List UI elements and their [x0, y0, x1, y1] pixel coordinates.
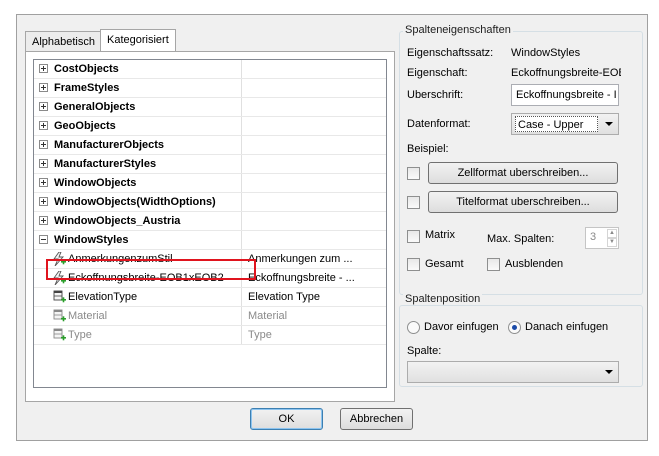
group-label: ManufacturerObjects	[54, 139, 165, 151]
table-add-icon	[53, 309, 66, 322]
cell-override-checkbox[interactable]	[407, 167, 420, 180]
expand-plus-icon[interactable]	[39, 197, 48, 206]
max-columns-spinner[interactable]: 3 ▲ ▼	[585, 227, 619, 249]
group-row-costobjects[interactable]: CostObjects	[34, 60, 386, 79]
table-add-icon	[53, 290, 66, 303]
total-label: Gesamt	[425, 258, 464, 270]
example-label: Beispiel:	[407, 143, 449, 155]
button-label: OK	[278, 413, 295, 425]
table-add-icon	[53, 328, 66, 341]
property-label: Eigenschaft:	[407, 67, 468, 79]
dialog: Alphabetisch Kategorisiert CostObjects F…	[16, 14, 648, 441]
group-row-manufacturerstyles[interactable]: ManufacturerStyles	[34, 155, 386, 174]
group-title: Spaltenposition	[403, 293, 483, 305]
property-value: Eckoffnungsbreite - ...	[248, 272, 355, 284]
group-label: WindowObjects	[54, 177, 137, 189]
group-row-windowobjects-widthoptions[interactable]: WindowObjects(WidthOptions)	[34, 193, 386, 212]
max-columns-value: 3	[590, 231, 597, 243]
column-select[interactable]	[407, 361, 619, 383]
title-override-button[interactable]: Titelformat uberschreiben...	[428, 191, 618, 213]
chevron-down-icon	[605, 370, 613, 374]
total-checkbox[interactable]	[407, 258, 420, 271]
chevron-down-icon	[605, 122, 613, 126]
property-value: Anmerkungen zum ...	[248, 253, 353, 265]
spin-up-icon[interactable]: ▲	[607, 229, 617, 238]
tab-kategorisiert[interactable]: Kategorisiert	[100, 29, 176, 51]
insert-after-label: Danach einfugen	[525, 321, 609, 333]
property-name: Type	[68, 329, 92, 341]
hide-label: Ausblenden	[505, 258, 564, 270]
property-value: Elevation Type	[248, 291, 320, 303]
insert-before-radio[interactable]	[407, 321, 420, 334]
tab-label: Alphabetisch	[32, 36, 95, 48]
hide-checkbox[interactable]	[487, 258, 500, 271]
property-grid: CostObjects FrameStyles GeneralObjects G…	[33, 59, 387, 388]
group-label: WindowObjects_Austria	[54, 215, 181, 227]
matrix-label: Matrix	[425, 229, 455, 241]
cell-override-button[interactable]: Zellformat uberschreiben...	[428, 162, 618, 184]
tab-alphabetisch[interactable]: Alphabetisch	[25, 31, 102, 51]
expand-plus-icon[interactable]	[39, 64, 48, 73]
expand-plus-icon[interactable]	[39, 216, 48, 225]
property-row-material[interactable]: Material Material	[34, 307, 386, 326]
property-value: Material	[248, 310, 288, 322]
group-label: WindowStyles	[54, 234, 129, 246]
property-row-type[interactable]: Type Type	[34, 326, 386, 345]
group-row-manufacturerobjects[interactable]: ManufacturerObjects	[34, 136, 386, 155]
insert-before-label: Davor einfugen	[424, 321, 499, 333]
heading-input[interactable]: Eckoffnungsbreite - I	[511, 84, 619, 106]
expand-plus-icon[interactable]	[39, 178, 48, 187]
property-name: ElevationType	[68, 291, 138, 303]
group-row-windowstyles[interactable]: WindowStyles	[34, 231, 386, 250]
group-title: Spalteneigenschaften	[403, 24, 513, 36]
button-label: Zellformat uberschreiben...	[457, 167, 589, 179]
property-value: Eckoffnungsbreite-EOB	[511, 67, 621, 79]
ok-button[interactable]: OK	[250, 408, 323, 430]
property-value: Type	[248, 329, 272, 341]
button-label: Titelformat uberschreiben...	[456, 196, 590, 208]
max-columns-label: Max. Spalten:	[487, 233, 555, 245]
property-set-label: Eigenschaftssatz:	[407, 47, 494, 59]
expand-plus-icon[interactable]	[39, 83, 48, 92]
heading-label: Uberschrift:	[407, 89, 464, 101]
property-name: Material	[68, 310, 108, 322]
group-label: WindowObjects(WidthOptions)	[54, 196, 216, 208]
matrix-checkbox[interactable]	[407, 230, 420, 243]
property-row-elevationtype[interactable]: ElevationType Elevation Type	[34, 288, 386, 307]
selection-highlight	[46, 259, 256, 280]
button-label: Abbrechen	[349, 413, 404, 425]
group-label: CostObjects	[54, 63, 119, 75]
expand-plus-icon[interactable]	[39, 159, 48, 168]
group-row-geoobjects[interactable]: GeoObjects	[34, 117, 386, 136]
insert-after-radio[interactable]	[508, 321, 521, 334]
tab-panel: CostObjects FrameStyles GeneralObjects G…	[25, 51, 395, 402]
collapse-minus-icon[interactable]	[39, 235, 48, 244]
group-label: FrameStyles	[54, 82, 120, 94]
expand-plus-icon[interactable]	[39, 140, 48, 149]
title-override-checkbox[interactable]	[407, 196, 420, 209]
group-label: ManufacturerStyles	[54, 158, 157, 170]
group-label: GeneralObjects	[54, 101, 136, 113]
expand-plus-icon[interactable]	[39, 102, 48, 111]
group-row-windowobjects-austria[interactable]: WindowObjects_Austria	[34, 212, 386, 231]
cancel-button[interactable]: Abbrechen	[340, 408, 413, 430]
group-row-framestyles[interactable]: FrameStyles	[34, 79, 386, 98]
column-label: Spalte:	[407, 345, 442, 357]
group-row-generalobjects[interactable]: GeneralObjects	[34, 98, 386, 117]
spin-down-icon[interactable]: ▼	[607, 238, 617, 247]
expand-plus-icon[interactable]	[39, 121, 48, 130]
dataformat-label: Datenformat:	[407, 118, 471, 130]
group-label: GeoObjects	[54, 120, 116, 132]
dataformat-value: Case - Upper	[515, 116, 598, 132]
dataformat-select[interactable]: Case - Upper	[511, 113, 619, 135]
group-row-windowobjects[interactable]: WindowObjects	[34, 174, 386, 193]
tab-label: Kategorisiert	[107, 34, 169, 46]
property-set-value: WindowStyles	[511, 47, 581, 59]
